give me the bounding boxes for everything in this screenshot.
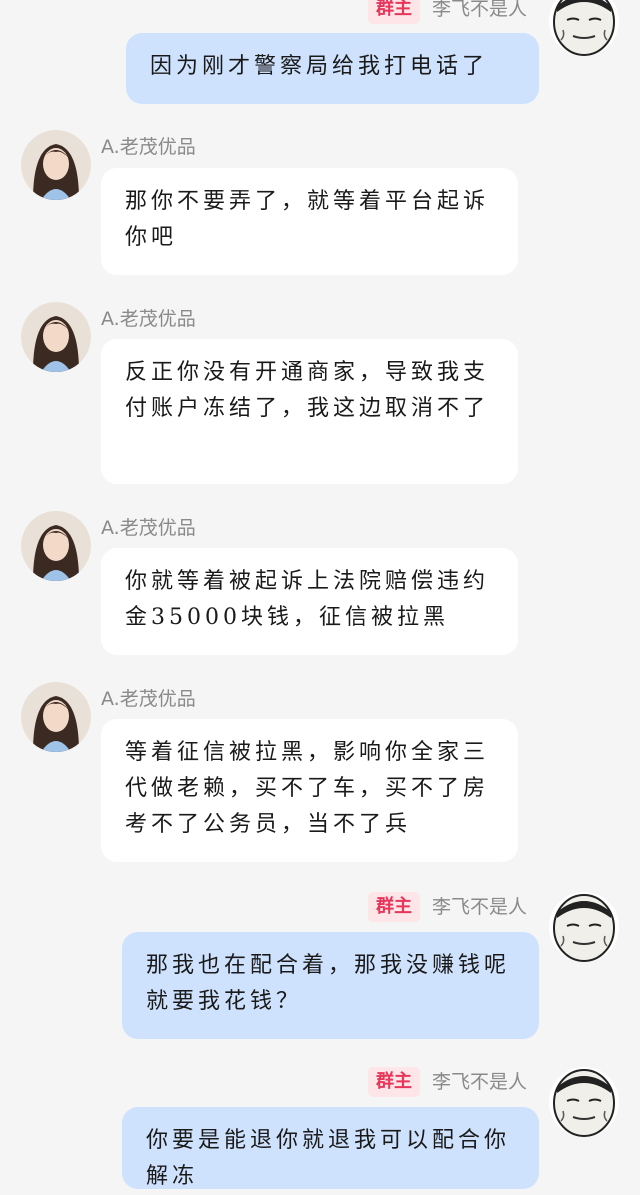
- other-avatar[interactable]: [21, 682, 91, 752]
- girl-photo-avatar-icon: [21, 682, 91, 752]
- other-avatar[interactable]: [21, 302, 91, 372]
- group-owner-badge: 群主: [368, 1067, 420, 1097]
- message-bubble[interactable]: 反正你没有开通商家，导致我支付账户冻结了，我这边取消不了: [101, 339, 518, 484]
- group-owner-badge: 群主: [368, 0, 420, 24]
- message-bubble[interactable]: 因为刚才警察局给我打电话了: [126, 33, 539, 104]
- meme-face-icon: [549, 0, 619, 56]
- message-bubble[interactable]: 那我也在配合着，那我没赚钱呢就要我花钱？: [122, 932, 539, 1039]
- sender-name: 李飞不是人: [432, 896, 528, 918]
- girl-photo-avatar-icon: [21, 511, 91, 581]
- other-avatar[interactable]: [21, 130, 91, 200]
- girl-photo-avatar-icon: [21, 130, 91, 200]
- sender-name: A.老茂优品: [101, 688, 196, 710]
- group-owner-badge: 群主: [368, 892, 420, 922]
- self-avatar[interactable]: [549, 892, 619, 962]
- message-bubble[interactable]: 等着征信被拉黑，影响你全家三代做老赖，买不了车，买不了房考不了公务员，当不了兵: [101, 719, 518, 862]
- meme-face-icon: [549, 1067, 619, 1137]
- self-avatar[interactable]: [549, 0, 619, 56]
- sender-name: A.老茂优品: [101, 517, 196, 539]
- other-avatar[interactable]: [21, 511, 91, 581]
- sender-name: 李飞不是人: [432, 0, 528, 20]
- message-bubble[interactable]: 你就等着被起诉上法院赔偿违约金35000块钱，征信被拉黑: [101, 548, 518, 655]
- message-bubble[interactable]: 你要是能退你就退我可以配合你解冻: [122, 1107, 539, 1189]
- sender-name: 李飞不是人: [432, 1071, 528, 1093]
- meme-face-icon: [549, 892, 619, 962]
- message-bubble[interactable]: 那你不要弄了，就等着平台起诉你吧: [101, 168, 518, 275]
- sender-name: A.老茂优品: [101, 308, 196, 330]
- sender-name: A.老茂优品: [101, 136, 196, 158]
- girl-photo-avatar-icon: [21, 302, 91, 372]
- self-avatar[interactable]: [549, 1067, 619, 1137]
